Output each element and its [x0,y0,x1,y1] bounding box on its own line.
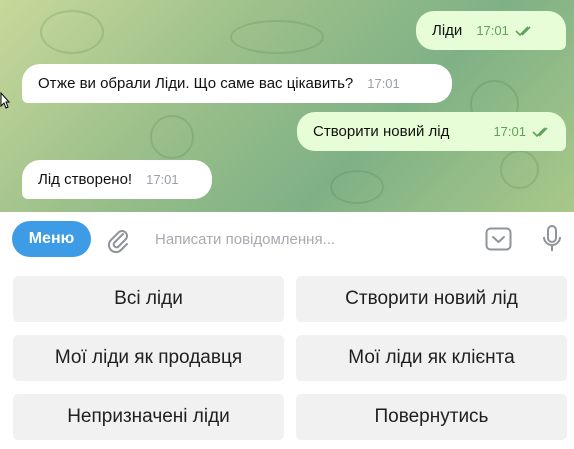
wallpaper-doodle [150,115,194,159]
double-check-icon [532,126,552,138]
message-time: 17:01 [146,172,179,187]
keyboard-button-back[interactable]: Повернутись [296,394,567,440]
message-bubble-incoming[interactable]: Отже ви обрали Ліди. Що саме вас цікавит… [22,64,452,103]
reply-keyboard: Всі ліди Створити новий лід Мої ліди як … [0,268,574,449]
message-input-bar: Меню Написати повідомлення... [0,212,574,268]
message-input[interactable]: Написати повідомлення... [155,231,335,248]
message-bubble-incoming[interactable]: Лід створено! 17:01 [22,160,212,199]
message-text: Отже ви обрали Ліди. Що саме вас цікавит… [38,75,354,92]
mouse-cursor-icon [0,92,10,109]
message-text: Лід створено! [38,171,133,188]
paperclip-icon[interactable] [104,226,132,254]
keyboard-toggle-icon[interactable] [485,227,512,251]
chat-area: Ліди 17:01 Отже ви обрали Ліди. Що саме … [0,0,574,212]
wallpaper-doodle [230,20,324,54]
message-time: 17:01 [476,23,509,38]
message-text: Ліди [432,22,463,39]
wallpaper-doodle [40,10,104,54]
keyboard-button-unassigned-leads[interactable]: Непризначені ліди [13,394,284,440]
message-time: 17:01 [493,124,526,139]
message-text: Створити новий лід [313,123,450,140]
message-time: 17:01 [367,76,400,91]
message-bubble-outgoing[interactable]: Створити новий лід 17:01 [297,112,566,151]
microphone-icon[interactable] [541,224,563,254]
message-bubble-outgoing[interactable]: Ліди 17:01 [416,11,566,50]
wallpaper-doodle [330,170,384,204]
wallpaper-doodle [500,150,539,189]
keyboard-button-my-leads-seller[interactable]: Мої ліди як продавця [13,335,284,381]
keyboard-button-my-leads-client[interactable]: Мої ліди як клієнта [296,335,567,381]
double-check-icon [515,25,535,37]
keyboard-button-all-leads[interactable]: Всі ліди [13,276,284,322]
keyboard-button-create-lead[interactable]: Створити новий лід [296,276,567,322]
menu-button[interactable]: Меню [12,221,91,257]
